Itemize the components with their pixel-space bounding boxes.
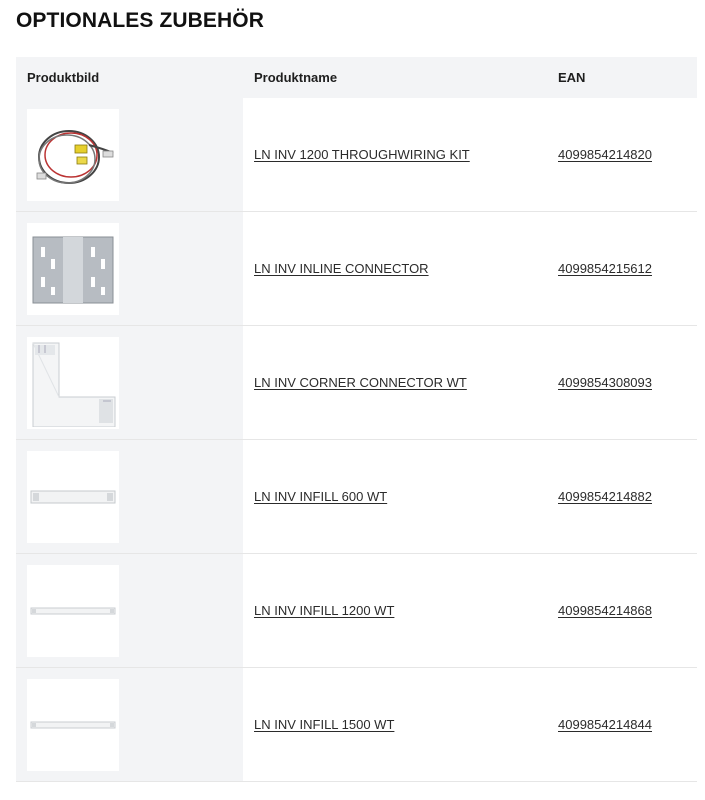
product-name-cell: LN INV INFILL 600 WT	[243, 440, 547, 553]
product-name-link[interactable]: LN INV INFILL 600 WT	[254, 489, 387, 504]
table-row: LN INV INFILL 1200 WT 4099854214868	[16, 554, 697, 668]
ean-link[interactable]: 4099854214820	[558, 147, 652, 162]
ean-cell: 4099854214820	[547, 98, 697, 211]
product-image-cell	[16, 554, 243, 667]
accessories-table: Produktbild Produktname EAN LN INV 1200 …	[16, 57, 697, 782]
product-name-link[interactable]: LN INV INFILL 1500 WT	[254, 717, 394, 732]
header-ean: EAN	[558, 70, 586, 85]
ean-cell: 4099854308093	[547, 326, 697, 439]
product-image-cell	[16, 212, 243, 325]
product-name-link[interactable]: LN INV CORNER CONNECTOR WT	[254, 375, 467, 390]
infill-1500-icon[interactable]	[27, 678, 119, 771]
product-name-cell: LN INV INFILL 1500 WT	[243, 668, 547, 781]
ean-link[interactable]: 4099854214882	[558, 489, 652, 504]
product-image-cell	[16, 668, 243, 781]
ean-cell: 4099854214844	[547, 668, 697, 781]
product-name-cell: LN INV 1200 THROUGHWIRING KIT	[243, 98, 547, 211]
table-row: LN INV CORNER CONNECTOR WT 4099854308093	[16, 326, 697, 440]
ean-cell: 4099854214868	[547, 554, 697, 667]
header-product-image: Produktbild	[27, 70, 100, 85]
corner-connector-icon[interactable]	[27, 336, 119, 429]
product-name-cell: LN INV INFILL 1200 WT	[243, 554, 547, 667]
table-row: LN INV INFILL 1500 WT 4099854214844	[16, 668, 697, 782]
infill-600-icon[interactable]	[27, 450, 119, 543]
table-header: Produktbild Produktname EAN	[16, 57, 697, 98]
ean-link[interactable]: 4099854215612	[558, 261, 652, 276]
ean-link[interactable]: 4099854214844	[558, 717, 652, 732]
product-name-link[interactable]: LN INV INLINE CONNECTOR	[254, 261, 429, 276]
ean-link[interactable]: 4099854214868	[558, 603, 652, 618]
product-image-cell	[16, 98, 243, 211]
product-name-cell: LN INV CORNER CONNECTOR WT	[243, 326, 547, 439]
page: OPTIONALES ZUBEHÖR Produktbild Produktna…	[0, 0, 705, 800]
page-title: OPTIONALES ZUBEHÖR	[16, 9, 264, 32]
table-row: LN INV INLINE CONNECTOR 4099854215612	[16, 212, 697, 326]
inline-connector-icon[interactable]	[27, 222, 119, 315]
product-name-link[interactable]: LN INV INFILL 1200 WT	[254, 603, 394, 618]
ean-cell: 4099854214882	[547, 440, 697, 553]
product-image-cell	[16, 326, 243, 439]
product-name-cell: LN INV INLINE CONNECTOR	[243, 212, 547, 325]
table-row: LN INV 1200 THROUGHWIRING KIT 4099854214…	[16, 98, 697, 212]
table-row: LN INV INFILL 600 WT 4099854214882	[16, 440, 697, 554]
ean-cell: 4099854215612	[547, 212, 697, 325]
ean-link[interactable]: 4099854308093	[558, 375, 652, 390]
infill-1200-icon[interactable]	[27, 564, 119, 657]
wiring-kit-icon[interactable]	[27, 108, 119, 201]
product-image-cell	[16, 440, 243, 553]
header-product-name: Produktname	[254, 70, 338, 85]
product-name-link[interactable]: LN INV 1200 THROUGHWIRING KIT	[254, 147, 470, 162]
